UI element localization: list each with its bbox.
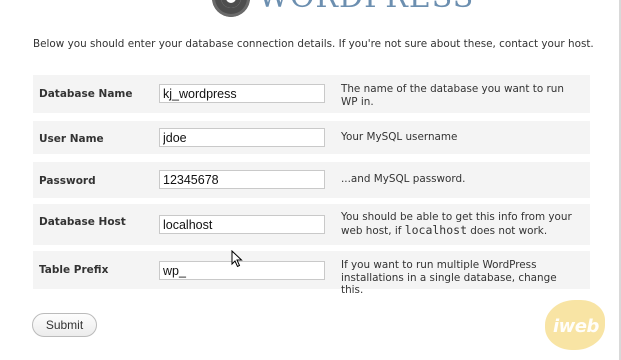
database-host-input[interactable] (159, 215, 325, 234)
mouse-cursor-icon (231, 250, 243, 268)
user-name-label: User Name (39, 133, 104, 145)
wordpress-logo-icon (212, 0, 250, 17)
password-help: ...and MySQL password. (341, 173, 466, 185)
password-label: Password (39, 175, 96, 187)
database-name-label: Database Name (39, 88, 133, 100)
database-host-help-code: localhost (404, 222, 467, 237)
user-name-input[interactable] (159, 128, 325, 147)
iweb-watermark-text: iweb (553, 316, 599, 337)
row-database-host: Database Host You should be able to get … (33, 204, 590, 245)
database-host-help-after: does not work. (467, 224, 548, 237)
password-input[interactable] (159, 170, 325, 189)
database-host-label: Database Host (39, 216, 126, 228)
intro-text: Below you should enter your database con… (33, 38, 594, 50)
wordpress-logo: WORDPRESS (212, 0, 474, 18)
wordpress-logo-text: WORDPRESS (258, 0, 474, 18)
database-name-input[interactable] (159, 84, 325, 103)
user-name-help: Your MySQL username (341, 131, 458, 143)
row-table-prefix: Table Prefix If you want to run multiple… (33, 251, 590, 296)
database-host-help: You should be able to get this info from… (341, 211, 581, 237)
submit-button[interactable]: Submit (32, 313, 97, 337)
row-user-name: User Name Your MySQL username (33, 121, 590, 154)
row-password: Password ...and MySQL password. (33, 162, 590, 198)
database-name-help: The name of the database you want to run… (341, 83, 564, 108)
row-database-name: Database Name The name of the database y… (33, 75, 590, 113)
table-prefix-label: Table Prefix (39, 264, 109, 276)
table-prefix-help: If you want to run multiple WordPress in… (341, 259, 557, 296)
